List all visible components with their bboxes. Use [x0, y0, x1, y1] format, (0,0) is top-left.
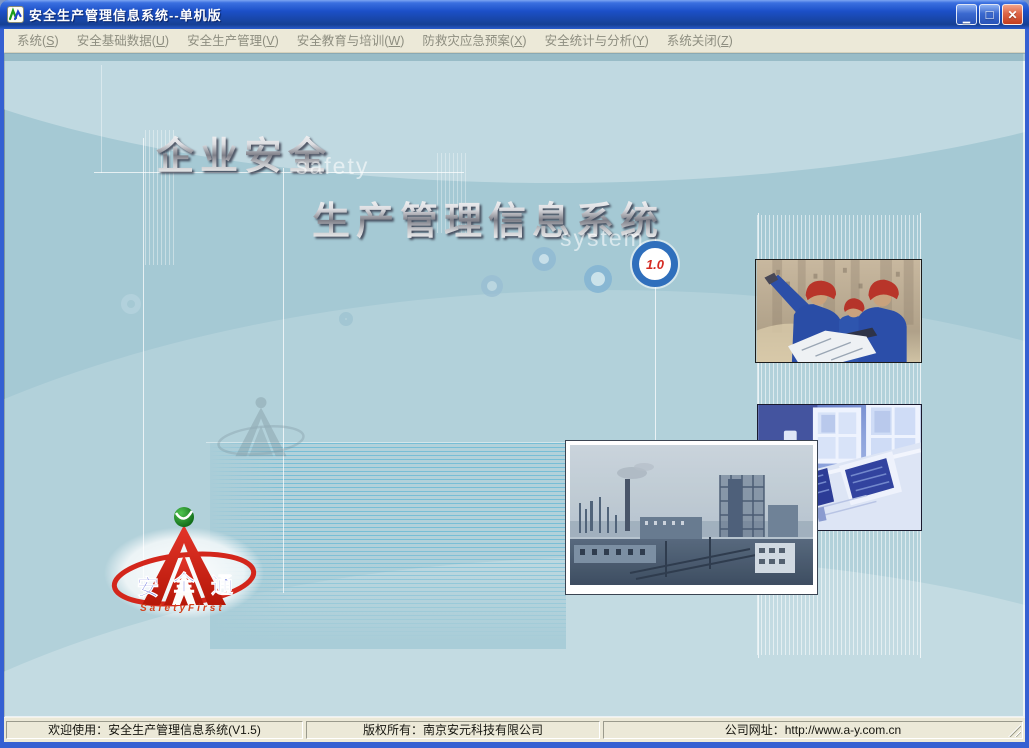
version-number: 1.0 — [646, 257, 664, 272]
decor-line — [283, 168, 284, 593]
close-icon: ✕ — [1007, 9, 1017, 21]
status-panel-welcome: 欢迎使用：安全生产管理信息系统(V1.5) — [6, 721, 303, 739]
decor-line — [101, 65, 102, 173]
close-button[interactable]: ✕ — [1002, 4, 1023, 25]
status-panel-website: 公司网址：http://www.a-y.com.cn — [603, 721, 1023, 739]
decor-ring — [584, 265, 612, 293]
decor-ring — [481, 275, 503, 297]
status-panel-copyright: 版权所有：南京安元科技有限公司 — [306, 721, 600, 739]
maximize-icon: □ — [986, 8, 994, 21]
version-badge: 1.0 — [632, 241, 678, 287]
watermark-logo — [211, 393, 311, 467]
menu-item-system[interactable]: 系统(S) — [8, 30, 68, 52]
photo-construction-workers — [755, 259, 922, 363]
company-logo: 安 全 通 SafetyFirst — [102, 503, 266, 621]
background-strip — [4, 53, 1025, 61]
minimize-icon: ▁ — [963, 14, 970, 23]
app-icon — [7, 6, 24, 23]
resize-grip[interactable] — [1008, 724, 1021, 737]
title-bar[interactable]: 安全生产管理信息系统--单机版 ▁ □ ✕ — [0, 0, 1029, 29]
menu-item-basic-data[interactable]: 安全基础数据(U) — [68, 30, 178, 52]
logo-slogan: SafetyFirst — [140, 603, 225, 614]
hero-watermark-system: system — [560, 225, 645, 252]
menu-item-statistics-analysis[interactable]: 安全统计与分析(Y) — [536, 30, 658, 52]
minimize-button[interactable]: ▁ — [956, 4, 977, 25]
window-title: 安全生产管理信息系统--单机版 — [29, 5, 956, 24]
menu-item-emergency-plan[interactable]: 防救灾应急预案(X) — [413, 30, 535, 52]
photo-industrial-plant — [565, 440, 818, 595]
menu-item-education-training[interactable]: 安全教育与培训(W) — [288, 30, 414, 52]
window-controls: ▁ □ ✕ — [956, 4, 1023, 25]
hero-watermark-safety: safety — [296, 153, 369, 180]
maximize-button[interactable]: □ — [979, 4, 1000, 25]
logo-char-2: 全 — [172, 571, 196, 596]
decor-ring — [339, 312, 353, 326]
menu-bar: 系统(S)安全基础数据(U)安全生产管理(V)安全教育与培训(W)防救灾应急预案… — [4, 29, 1025, 53]
main-content: 企业安全 safety 生产管理信息系统 system 1.0 — [4, 53, 1025, 717]
menu-item-system-close[interactable]: 系统关闭(Z) — [658, 30, 742, 52]
app-window: 安全生产管理信息系统--单机版 ▁ □ ✕ 系统(S)安全基础数据(U)安全生产管理… — [0, 0, 1029, 748]
logo-char-1: 安 — [137, 575, 159, 600]
logo-char-3: 通 — [211, 573, 233, 598]
status-bar: 欢迎使用：安全生产管理信息系统(V1.5)版权所有：南京安元科技有限公司公司网址… — [4, 717, 1025, 742]
menu-item-production-management[interactable]: 安全生产管理(V) — [178, 30, 288, 52]
decor-ring — [532, 247, 556, 271]
decor-ring — [121, 294, 141, 314]
